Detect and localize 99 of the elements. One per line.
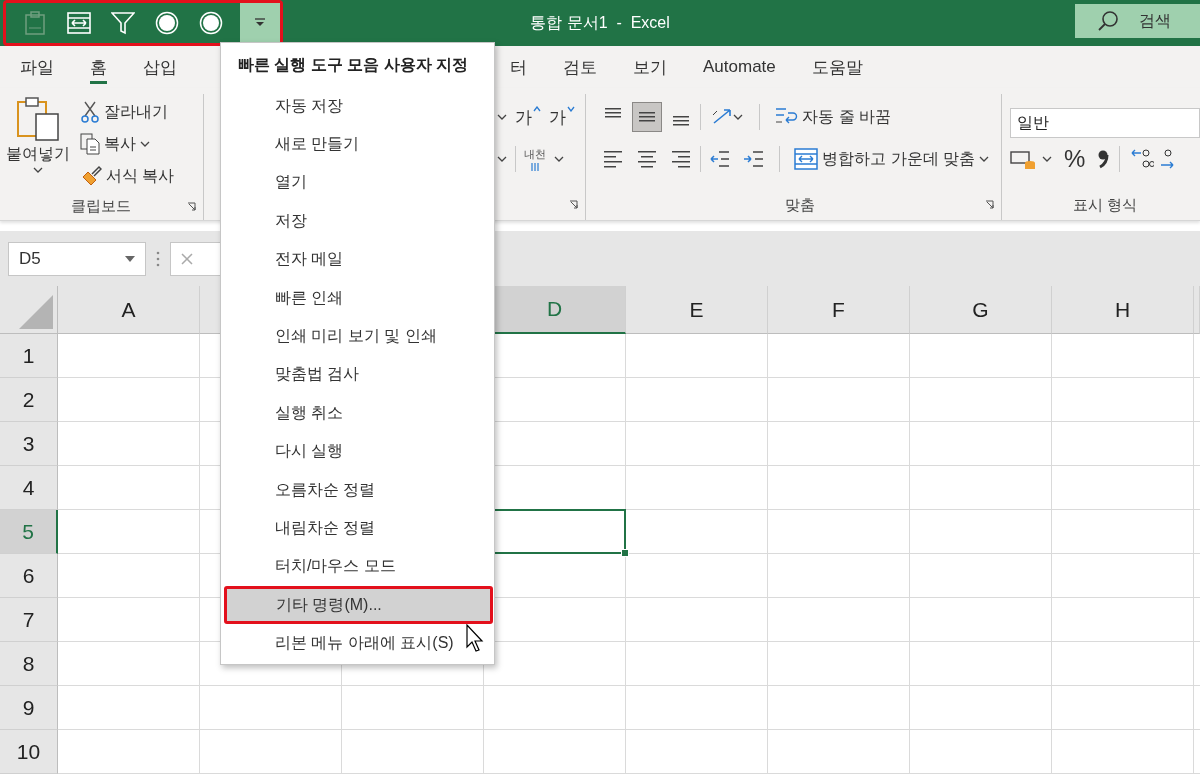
caret-icon — [1042, 156, 1052, 162]
group-label: 맞춤 — [784, 195, 815, 215]
grow-font-button[interactable]: 가 — [515, 105, 542, 129]
orientation-icon — [711, 107, 734, 127]
align-button[interactable] — [632, 102, 663, 132]
caret-down-icon — [567, 105, 576, 112]
caret-icon — [554, 156, 565, 162]
dialog-launcher-icon — [985, 200, 995, 210]
dropdown-icon — [254, 18, 266, 28]
scissors-icon — [80, 101, 100, 123]
column-header[interactable]: E — [626, 286, 768, 334]
clipboard-icon — [24, 11, 46, 35]
menu-item[interactable]: 맞춤법 검사 — [224, 355, 493, 395]
ribbon-tab[interactable]: 보기 — [615, 46, 685, 88]
menu-title: 빠른 실행 도구 모음 사용자 지정 — [237, 55, 470, 75]
row-header[interactable]: 7 — [0, 598, 58, 642]
filter-icon — [111, 11, 135, 35]
search-icon — [1097, 10, 1119, 32]
ribbon-tab[interactable]: 삽입 — [125, 46, 195, 88]
menu-item[interactable]: 자동 저장 — [224, 87, 493, 126]
ribbon-tab[interactable]: 홈 — [72, 46, 125, 88]
group-label: 클립보드 — [71, 196, 132, 216]
menu-item[interactable]: 실행 취소 — [224, 394, 493, 433]
indent-icon — [743, 149, 766, 169]
window-title: 통합 문서1 - Excel — [530, 12, 670, 33]
caret-icon — [497, 156, 508, 162]
wrap-text-button[interactable]: 자동 줄 바꿈 — [770, 101, 895, 133]
ribbon-tab[interactable]: Automate — [685, 46, 794, 88]
paste-button[interactable]: 붙여넣기 — [0, 94, 76, 192]
menu-item[interactable]: 다시 실행 — [224, 432, 493, 471]
pointer-cursor-icon — [466, 624, 486, 652]
row-header[interactable]: 8 — [0, 642, 58, 686]
row-header[interactable]: 4 — [0, 466, 58, 510]
menu-item[interactable]: 리본 메뉴 아래에 표시(S) — [224, 624, 493, 663]
comma-style-icon — [1097, 149, 1110, 169]
ribbon-tab[interactable]: 터 — [492, 46, 545, 88]
column-header[interactable]: G — [910, 286, 1052, 334]
menu-item[interactable]: 전자 메일 — [224, 240, 493, 279]
copy-icon — [80, 133, 100, 155]
ribbon-tab[interactable]: 파일 — [2, 46, 72, 88]
phonetic-guide-button[interactable]: 내천 — [524, 146, 547, 172]
row-header[interactable]: 3 — [0, 422, 58, 466]
row-header[interactable]: 6 — [0, 554, 58, 598]
shrink-font-button[interactable]: 가 — [549, 105, 576, 129]
format-painter-button[interactable]: 서식 복사 — [76, 160, 179, 192]
number-format-field[interactable]: 일반 — [1010, 108, 1200, 138]
circle-icon — [199, 11, 223, 35]
circle-icon — [155, 11, 179, 35]
caret-down-icon — [125, 255, 135, 262]
grip-icon — [156, 250, 160, 267]
row-header[interactable]: 10 — [0, 730, 58, 774]
row-header[interactable]: 1 — [0, 334, 58, 378]
align-icon — [672, 150, 691, 168]
caret-icon — [733, 114, 744, 120]
select-all-icon — [19, 295, 53, 329]
align-icon — [639, 112, 656, 122]
menu-item[interactable]: 기타 명령(M)... — [224, 586, 493, 625]
percent-button[interactable]: % — [1058, 145, 1092, 173]
copy-button[interactable]: 복사 — [76, 128, 179, 160]
caret-up-icon — [533, 105, 542, 112]
ribbon-tab[interactable]: 도움말 — [793, 46, 881, 88]
row-header[interactable]: 9 — [0, 686, 58, 730]
decrease-decimal-icon — [1160, 147, 1175, 171]
align-icon — [638, 150, 657, 168]
merge-cells-icon — [794, 148, 819, 170]
align-icon — [673, 116, 690, 126]
phonetic-icon — [529, 161, 542, 172]
cut-button[interactable]: 잘라내기 — [76, 96, 179, 128]
cancel-icon — [181, 252, 193, 265]
menu-item[interactable]: 내림차순 정렬 — [224, 509, 493, 548]
caret-icon — [140, 141, 150, 147]
increase-decimal-icon — [1130, 147, 1155, 171]
paintbrush-icon — [80, 165, 102, 187]
search-field[interactable]: 검색 — [1075, 4, 1200, 38]
group-label: 표시 형식 — [1072, 195, 1138, 215]
column-header[interactable]: H — [1052, 286, 1194, 334]
column-header[interactable]: F — [768, 286, 910, 334]
row-header[interactable]: 2 — [0, 378, 58, 422]
name-box[interactable]: D5 — [8, 241, 146, 276]
caret-icon — [33, 167, 43, 173]
accounting-icon — [1010, 148, 1036, 170]
column-header[interactable]: A — [58, 286, 200, 334]
menu-item[interactable]: 오름차순 정렬 — [224, 470, 493, 510]
clipboard-icon — [16, 96, 60, 142]
dialog-launcher-icon — [186, 202, 197, 212]
caret-icon — [978, 156, 989, 162]
ribbon-tab[interactable]: 검토 — [545, 46, 615, 88]
merge-cells-icon — [67, 12, 91, 34]
align-icon — [605, 108, 622, 118]
menu-item[interactable]: 열기 — [224, 163, 493, 203]
merge-center-button[interactable]: 병합하고 가운데 맞춤 — [790, 143, 993, 175]
menu-item[interactable]: 터치/마우스 모드 — [224, 547, 493, 587]
dialog-launcher-icon — [569, 200, 580, 210]
menu-item[interactable]: 새로 만들기 — [224, 125, 493, 164]
menu-item[interactable]: 저장 — [224, 202, 493, 241]
indent-icon — [709, 149, 732, 169]
align-icon — [604, 150, 623, 168]
caret-icon — [497, 114, 508, 120]
row-header[interactable]: 5 — [0, 510, 58, 554]
